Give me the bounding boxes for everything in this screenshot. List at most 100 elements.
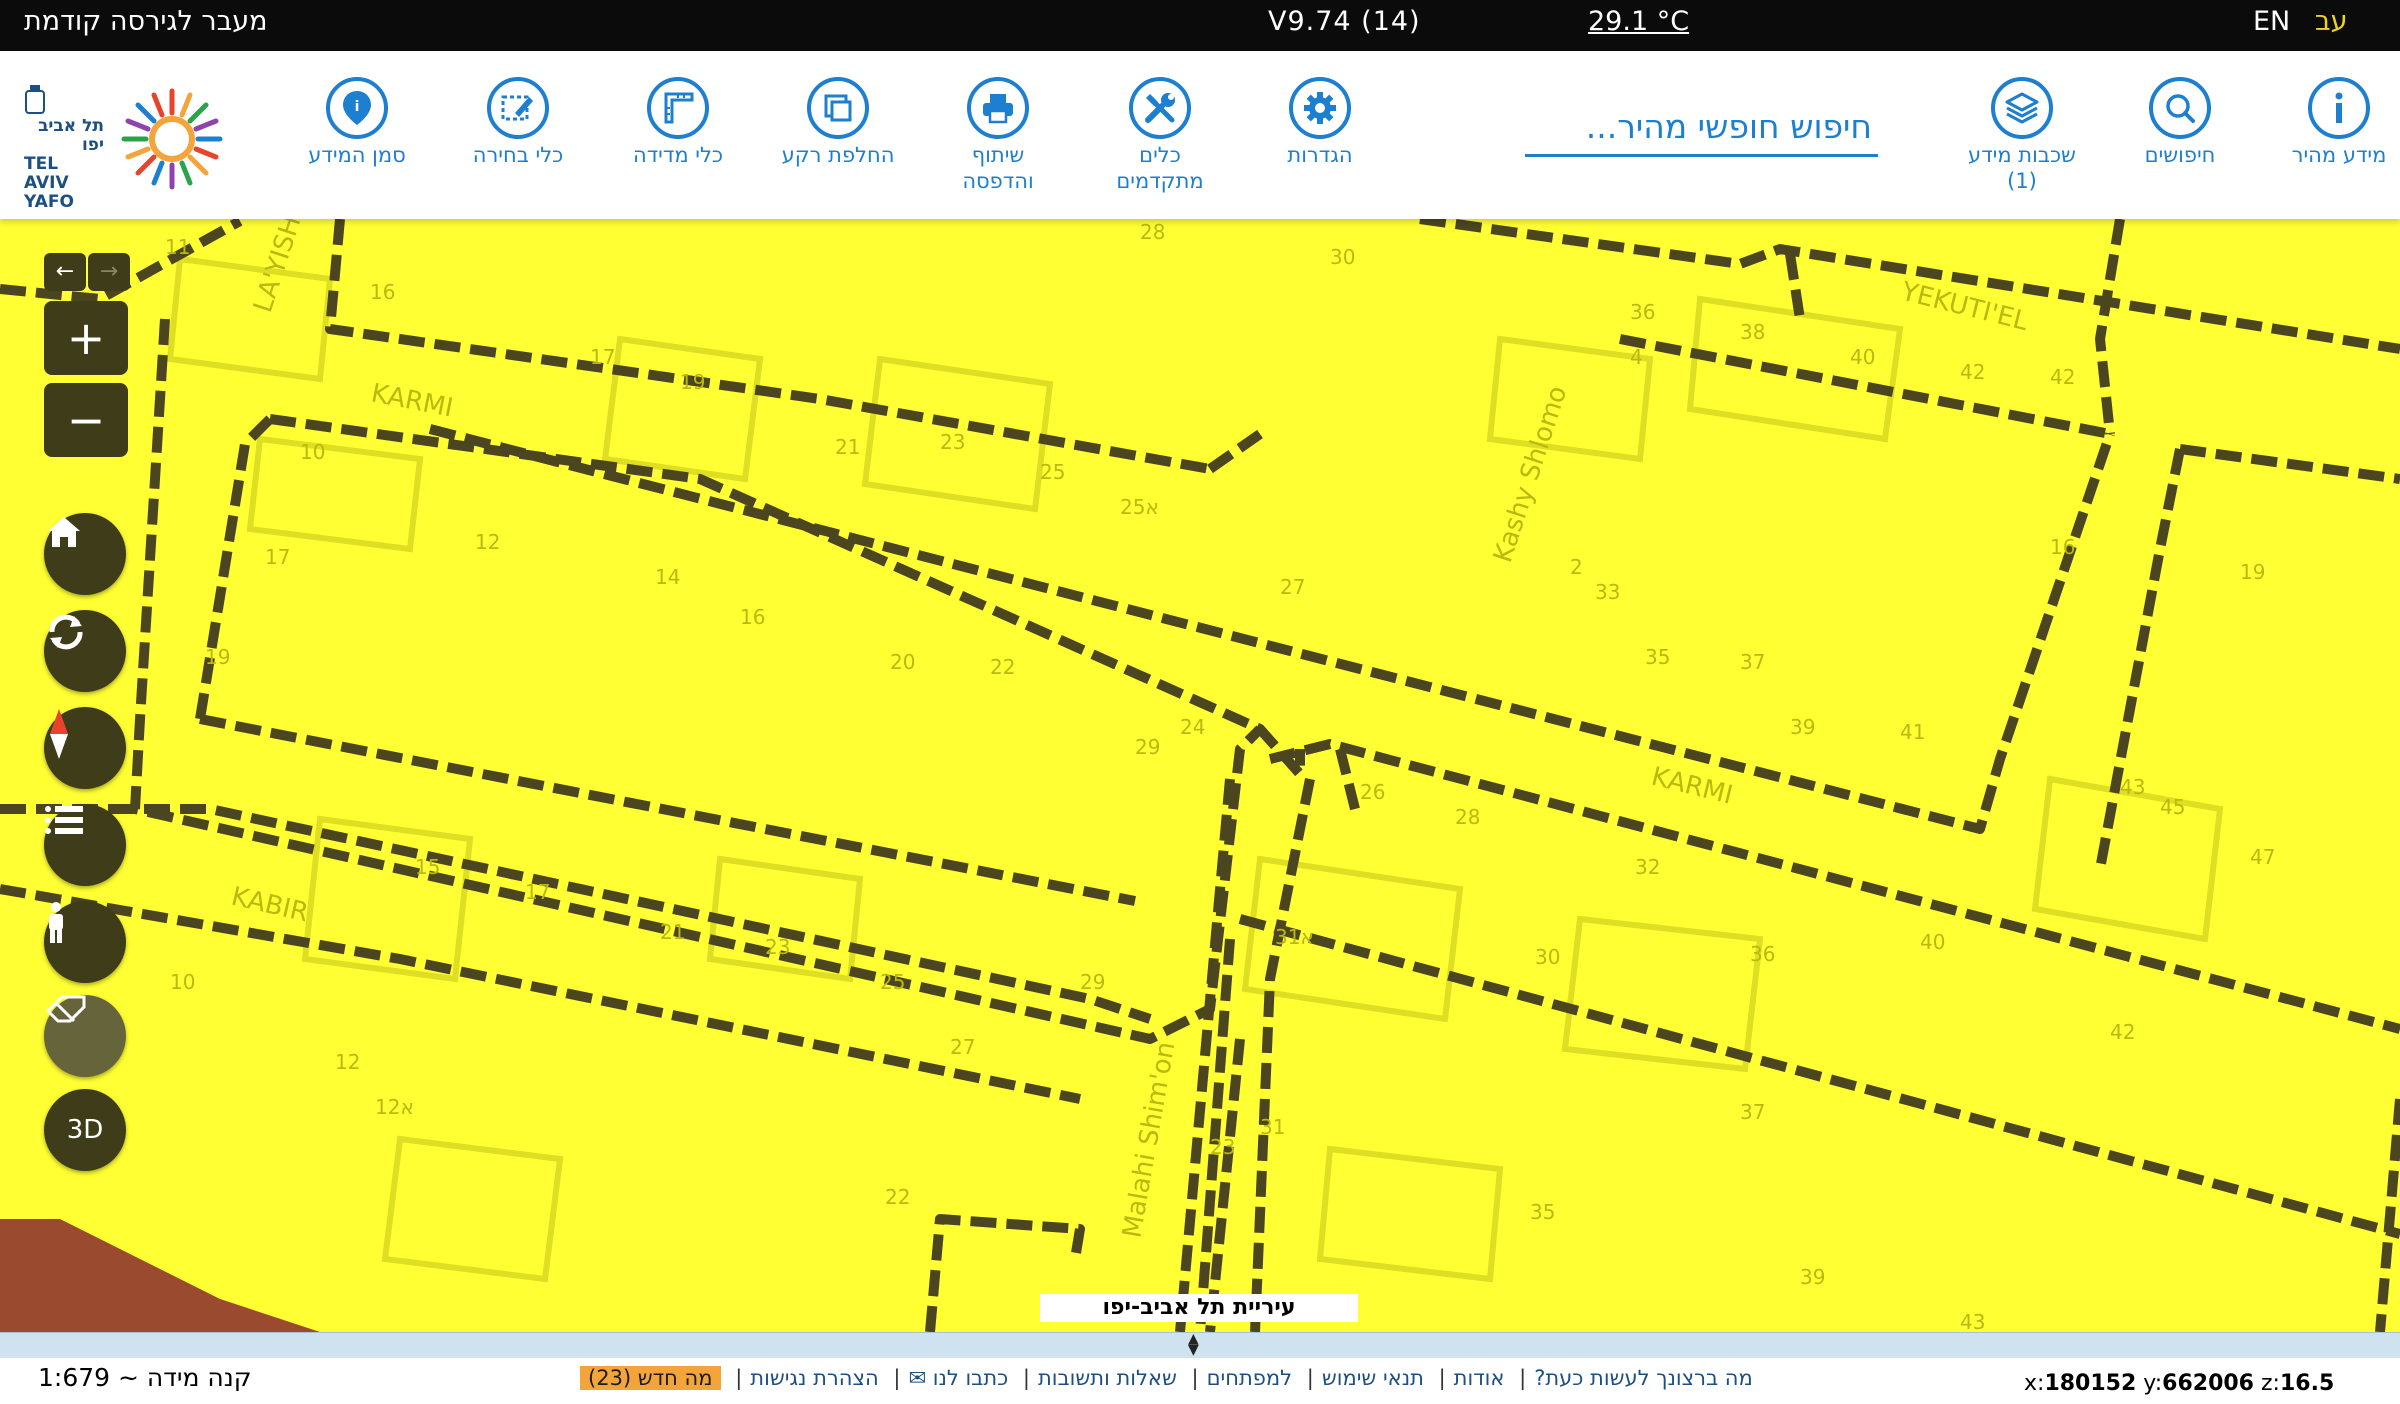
- select-tools-label: כלי בחירה: [472, 143, 564, 167]
- quick-search: [1525, 102, 1878, 157]
- svg-text:22: 22: [990, 655, 1015, 679]
- gear-icon: [1289, 77, 1351, 139]
- svg-text:45: 45: [2160, 795, 2185, 819]
- footer-link-what-to-do[interactable]: מה ברצונך לעשות כעת?: [1534, 1366, 1753, 1390]
- svg-text:24: 24: [1180, 715, 1205, 739]
- svg-text:26: 26: [1360, 780, 1385, 804]
- svg-text:42: 42: [2110, 1020, 2135, 1044]
- svg-text:16: 16: [2050, 535, 2075, 559]
- advanced-tools-button[interactable]: כלים מתקדמים: [1085, 77, 1235, 194]
- top-bar: מעבר לגירסה קודמת V9.74 (14) 29.1 °C EN …: [0, 0, 2400, 51]
- info-marker-button[interactable]: i סמן המידע: [282, 77, 432, 168]
- splitter-handle-icon[interactable]: ▲ ▼: [1188, 1332, 1199, 1357]
- quick-info-label: מידע מהיר: [2291, 143, 2387, 167]
- svg-text:43: 43: [1960, 1310, 1985, 1332]
- language-en-button[interactable]: EN: [2253, 0, 2290, 44]
- measure-tools-button[interactable]: כלי מדידה: [603, 77, 753, 168]
- language-he-button[interactable]: עב: [2315, 0, 2348, 44]
- legend-list-button[interactable]: [44, 804, 126, 886]
- separator: |: [735, 1366, 743, 1390]
- svg-text:25א: 25א: [1120, 495, 1159, 519]
- svg-text:11: 11: [165, 235, 190, 259]
- svg-text:12: 12: [475, 530, 500, 554]
- footer-link-terms[interactable]: תנאי שימוש: [1322, 1366, 1424, 1390]
- select-tools-button[interactable]: כלי בחירה: [443, 77, 593, 168]
- separator: |: [893, 1366, 901, 1390]
- info-icon: [2308, 77, 2370, 139]
- svg-text:47: 47: [2250, 845, 2275, 869]
- refresh-button[interactable]: [44, 610, 126, 692]
- svg-text:35: 35: [1530, 1200, 1555, 1224]
- footer-link-about[interactable]: אודות: [1454, 1366, 1505, 1390]
- street-view-button[interactable]: [44, 901, 126, 983]
- settings-button[interactable]: הגדרות: [1245, 77, 1395, 168]
- svg-text:36: 36: [1630, 300, 1655, 324]
- footer-link-faq[interactable]: שאלות ותשובות: [1038, 1366, 1177, 1390]
- 3d-view-button[interactable]: 3D: [44, 1089, 126, 1171]
- svg-text:17: 17: [590, 345, 615, 369]
- refresh-icon: [49, 614, 83, 650]
- info-layers-button[interactable]: שכבות מידע (1): [1947, 77, 2097, 194]
- footer-link-contact[interactable]: כתבו לנו ✉: [908, 1366, 1008, 1390]
- map-scale: קנה מידה ~ 1:679: [38, 1363, 252, 1392]
- history-back-button[interactable]: ←: [44, 253, 86, 291]
- svg-text:37: 37: [1740, 1100, 1765, 1124]
- tel-aviv-logo[interactable]: תל אביב יפו TEL AVIV YAFO: [20, 77, 250, 212]
- list-icon: [45, 806, 83, 834]
- svg-text:39: 39: [1800, 1265, 1825, 1289]
- svg-text:27: 27: [950, 1035, 975, 1059]
- whats-new-button[interactable]: מה חדש (23): [580, 1366, 721, 1390]
- eraser-button[interactable]: [44, 995, 126, 1077]
- svg-text:23: 23: [940, 430, 965, 454]
- compass-button[interactable]: [44, 707, 126, 789]
- history-nav: ← →: [44, 253, 130, 291]
- svg-text:28: 28: [1455, 805, 1480, 829]
- svg-text:15: 15: [415, 855, 440, 879]
- svg-text:22: 22: [885, 1185, 910, 1209]
- house-numbers: 11 16 17 19 10 12 14 16 17 19 20 21 22 23 25 25א 28…: [165, 220, 2275, 1332]
- previous-version-link[interactable]: מעבר לגירסה קודמת: [24, 0, 268, 44]
- zoom-in-button[interactable]: +: [44, 301, 128, 375]
- person-icon: [49, 902, 63, 943]
- advanced-tools-label: כלים מתקדמים: [1116, 143, 1204, 193]
- svg-text:10: 10: [300, 440, 325, 464]
- svg-text:40: 40: [1850, 345, 1875, 369]
- svg-text:19: 19: [205, 645, 230, 669]
- footer-link-accessibility[interactable]: הצהרת נגישות: [750, 1366, 878, 1390]
- search-icon: [2149, 77, 2211, 139]
- parcel-map: LA'YISH KARMI KABIR YEKUTI'EL Kashy Shlo…: [0, 219, 2400, 1332]
- street-label: KARMI: [1648, 762, 1735, 811]
- map-canvas[interactable]: LA'YISH KARMI KABIR YEKUTI'EL Kashy Shlo…: [0, 219, 2400, 1332]
- parcel-boundaries: [0, 219, 2400, 1332]
- zoom-in-label: +: [66, 311, 106, 365]
- searches-button[interactable]: חיפושים: [2105, 77, 2255, 168]
- svg-text:23: 23: [1210, 1135, 1235, 1159]
- share-print-button[interactable]: שיתוף והדפסה: [923, 77, 1073, 194]
- panel-splitter[interactable]: ▲ ▼: [0, 1332, 2400, 1359]
- quick-info-button[interactable]: מידע מהיר: [2264, 77, 2400, 168]
- svg-text:36: 36: [1750, 942, 1775, 966]
- separator: |: [1306, 1366, 1314, 1390]
- zoom-out-button[interactable]: −: [44, 383, 128, 457]
- home-button[interactable]: [44, 513, 126, 595]
- info-layers-label: שכבות מידע (1): [1968, 143, 2076, 193]
- logo-text: תל אביב יפו TEL AVIV YAFO: [24, 116, 104, 212]
- change-background-button[interactable]: החלפת רקע: [763, 77, 913, 168]
- svg-text:2: 2: [1570, 555, 1583, 579]
- footer-link-developers[interactable]: למפתחים: [1207, 1366, 1292, 1390]
- svg-text:39: 39: [1790, 715, 1815, 739]
- svg-text:28: 28: [1140, 220, 1165, 244]
- brown-area: [0, 1219, 320, 1332]
- svg-text:19: 19: [680, 370, 705, 394]
- svg-text:16: 16: [370, 280, 395, 304]
- svg-text:14: 14: [655, 565, 680, 589]
- measure-tools-label: כלי מדידה: [632, 143, 724, 167]
- zoom-out-label: −: [66, 393, 106, 447]
- temperature-link[interactable]: 29.1 °C: [1588, 0, 1689, 44]
- separator: |: [1022, 1366, 1030, 1390]
- home-icon: [48, 517, 80, 547]
- location-pin-icon: i: [326, 77, 388, 139]
- history-forward-button[interactable]: →: [88, 253, 130, 291]
- svg-text:37: 37: [1740, 650, 1765, 674]
- quick-search-input[interactable]: [1525, 102, 1874, 150]
